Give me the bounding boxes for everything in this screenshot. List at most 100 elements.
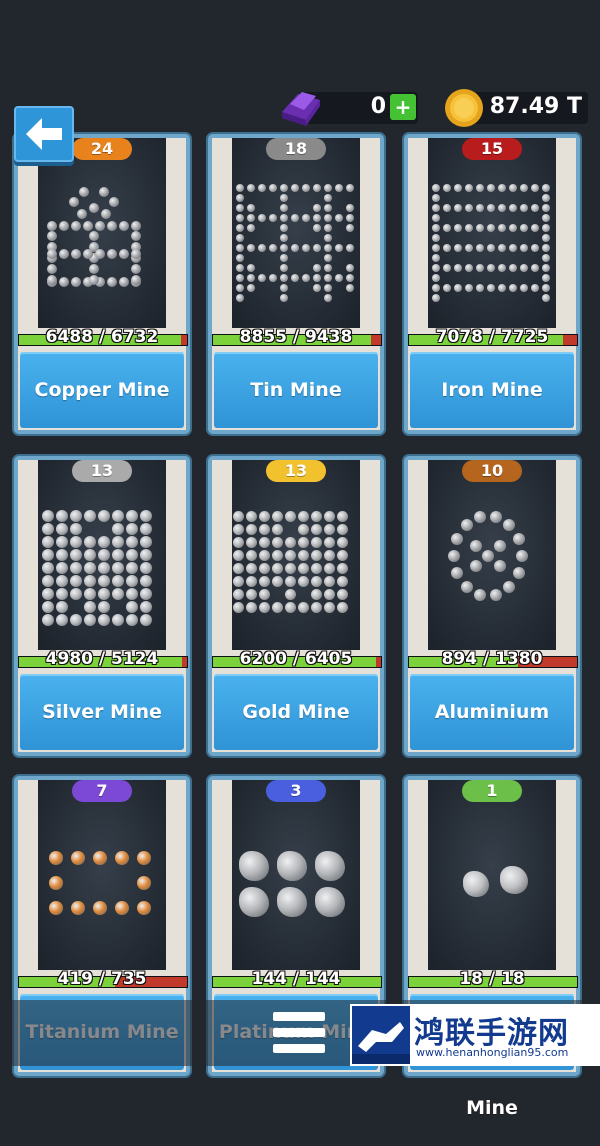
ore-rock <box>310 601 322 613</box>
ore-rock <box>236 254 244 262</box>
mine-button[interactable]: Tin Mine <box>214 352 378 428</box>
ore-rock <box>119 277 129 287</box>
ore-rock <box>542 234 550 242</box>
mine-card[interactable]: 13 6200 / 6405 Gold Mine <box>208 456 384 756</box>
ore-rock <box>432 294 440 302</box>
ore-rock <box>239 851 269 881</box>
ore-rock <box>271 549 283 561</box>
ore-rock <box>531 204 539 212</box>
ore-field <box>38 460 166 650</box>
mine-button[interactable]: Iron Mine <box>410 352 574 428</box>
ore-rock <box>89 231 99 241</box>
ore-rock <box>56 549 68 561</box>
ore-rock <box>542 214 550 222</box>
ore-rock <box>271 536 283 548</box>
ore-rock <box>324 274 332 282</box>
ore-rock <box>313 204 321 212</box>
ore-rock <box>258 244 266 252</box>
ore-rock <box>137 851 151 865</box>
menu-button[interactable] <box>270 1008 328 1058</box>
ore-rock <box>269 274 277 282</box>
ore-rock <box>487 204 495 212</box>
ore-rock <box>476 264 484 272</box>
mine-card[interactable]: 13 4980 / 5124 Silver Mine <box>14 456 190 756</box>
ore-rock <box>126 549 138 561</box>
ore-rock <box>297 510 309 522</box>
ore-rock <box>487 244 495 252</box>
ore-rock <box>509 244 517 252</box>
ore-rock <box>291 274 299 282</box>
ore-rock <box>271 575 283 587</box>
mine-button[interactable]: Gold Mine <box>214 674 378 750</box>
ore-rock <box>70 536 82 548</box>
ore-rock <box>98 536 110 548</box>
ore-rock <box>247 284 255 292</box>
menu-bar-3 <box>273 1044 325 1053</box>
mine-button[interactable]: Silver Mine <box>20 674 184 750</box>
ore-rock <box>83 221 93 231</box>
ore-rock <box>126 588 138 600</box>
mine-button[interactable]: Copper Mine <box>20 352 184 428</box>
ore-rock <box>509 284 517 292</box>
mine-card[interactable]: 18 8855 / 9438 Tin Mine <box>208 134 384 434</box>
ore-rock <box>93 851 107 865</box>
ore-rock <box>465 184 473 192</box>
progress-label: 144 / 144 <box>251 969 341 989</box>
ore-rock <box>512 532 525 545</box>
ore-rock <box>498 264 506 272</box>
ore-rock <box>324 244 332 252</box>
ore-rock <box>465 204 473 212</box>
ore-rock <box>280 214 288 222</box>
ore-rock <box>140 562 152 574</box>
back-button[interactable] <box>14 106 74 162</box>
progress-label: 419 / 735 <box>57 969 147 989</box>
ore-rock <box>56 601 68 613</box>
ore-rock <box>84 614 96 626</box>
ore-rock <box>59 221 69 231</box>
ore-rock <box>112 523 124 535</box>
mine-card[interactable]: 15 7078 / 7725 Iron Mine <box>404 134 580 434</box>
ore-rock <box>297 575 309 587</box>
ore-rock <box>232 588 244 600</box>
ore-rock <box>297 562 309 574</box>
ore-rock <box>487 264 495 272</box>
ore-field <box>428 780 556 970</box>
mine-card[interactable]: 10 894 / 1380 Aluminium Mine <box>404 456 580 799</box>
ore-rock <box>115 901 129 915</box>
ore-rock <box>336 601 348 613</box>
watermark-url: www.henanhonglian95.com <box>416 1046 569 1059</box>
ore-rock <box>280 194 288 202</box>
ore-rock <box>131 249 141 259</box>
ore-rock <box>140 549 152 561</box>
ore-rock <box>542 244 550 252</box>
ore-rock <box>476 184 484 192</box>
ore-rock <box>42 523 54 535</box>
ore-rock <box>346 204 354 212</box>
ore-rock <box>71 851 85 865</box>
ore-rock <box>236 264 244 272</box>
ore-rock <box>42 614 54 626</box>
level-badge: 15 <box>462 138 522 160</box>
mine-button[interactable]: Aluminium Mine <box>410 674 574 799</box>
ore-rock <box>107 277 117 287</box>
ore-rock <box>284 588 296 600</box>
ore-rock <box>302 244 310 252</box>
ore-rock <box>474 588 487 601</box>
ore-rock <box>476 224 484 232</box>
ore-rock <box>310 523 322 535</box>
ore-rock <box>236 234 244 242</box>
ore-rock <box>489 588 502 601</box>
ore-rock <box>313 274 321 282</box>
mine-card[interactable]: 24 6488 / 6732 Copper Mine <box>14 134 190 434</box>
ore-rock <box>140 523 152 535</box>
ore-rock <box>284 549 296 561</box>
ore-rock <box>258 562 270 574</box>
ore-rock <box>271 562 283 574</box>
ore-rock <box>498 184 506 192</box>
ore-rock <box>245 588 257 600</box>
ore-rock <box>247 204 255 212</box>
ore-rock <box>56 614 68 626</box>
ore-rock <box>69 197 79 207</box>
ore-rock <box>443 224 451 232</box>
ore-rock <box>313 264 321 272</box>
